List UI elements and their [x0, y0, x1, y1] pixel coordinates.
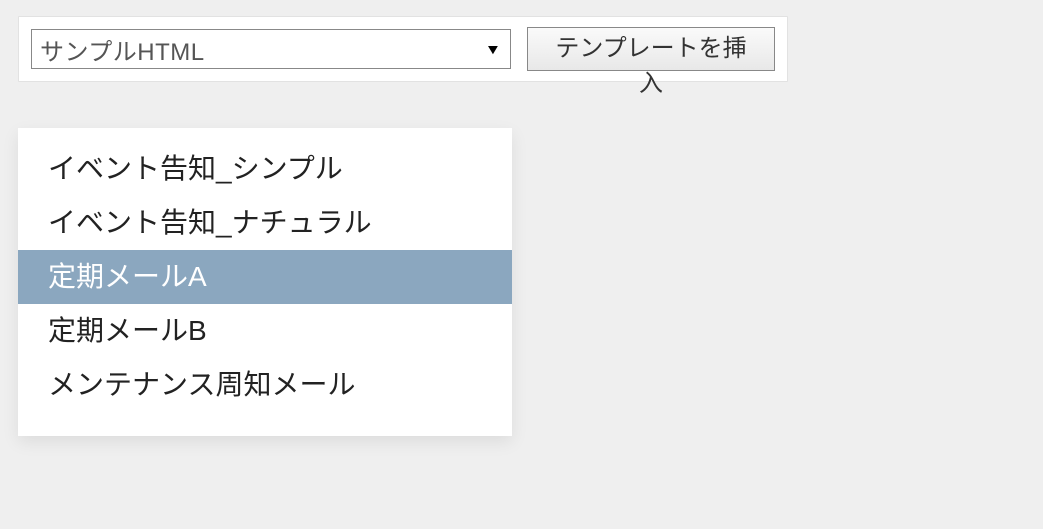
template-select[interactable]: サンプルHTML ▼: [31, 29, 511, 69]
dropdown-item[interactable]: メンテナンス周知メール: [18, 358, 512, 412]
template-select-value: サンプルHTML: [40, 32, 205, 67]
template-toolbar: サンプルHTML ▼ テンプレートを挿入: [18, 16, 788, 82]
dropdown-item[interactable]: イベント告知_シンプル: [18, 142, 512, 196]
template-select-wrap: サンプルHTML ▼: [31, 29, 511, 69]
dropdown-item[interactable]: 定期メールA: [18, 250, 512, 304]
dropdown-item[interactable]: イベント告知_ナチュラル: [18, 196, 512, 250]
template-dropdown-list: イベント告知_シンプル イベント告知_ナチュラル 定期メールA 定期メールB メ…: [18, 128, 512, 436]
dropdown-item[interactable]: 定期メールB: [18, 304, 512, 358]
chevron-down-icon: ▼: [485, 41, 502, 57]
insert-template-button[interactable]: テンプレートを挿入: [527, 27, 775, 71]
